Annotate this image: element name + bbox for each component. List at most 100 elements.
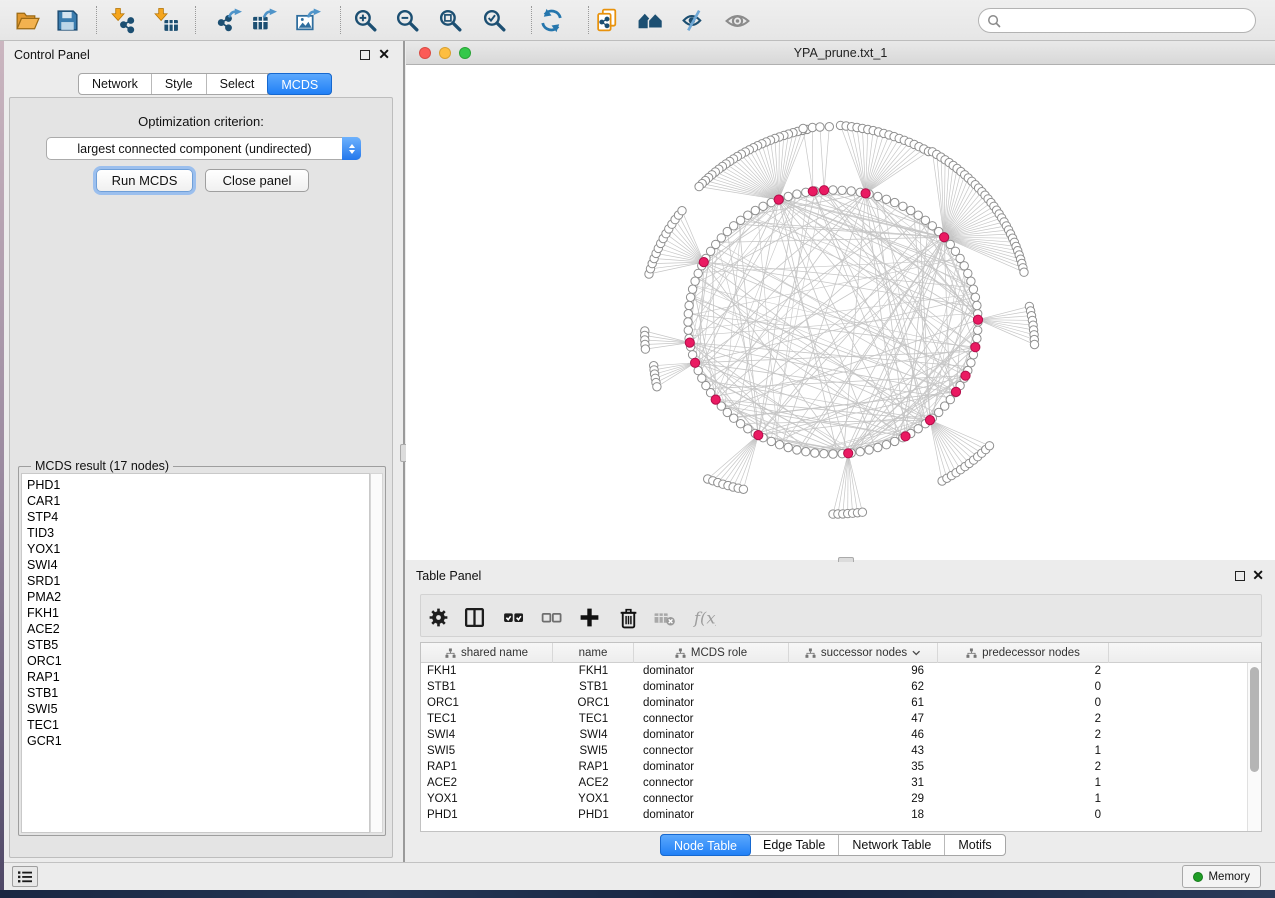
mcds-result-item[interactable]: TEC1 xyxy=(27,717,369,733)
table-row[interactable]: TEC1TEC1connector472 xyxy=(421,711,1247,727)
run-mcds-button[interactable]: Run MCDS xyxy=(96,169,193,192)
tab-motifs[interactable]: Motifs xyxy=(945,835,1004,855)
mcds-result-item[interactable]: PMA2 xyxy=(27,589,369,605)
table-row[interactable]: ACE2ACE2connector311 xyxy=(421,775,1247,791)
column-header-name[interactable]: name xyxy=(553,643,634,663)
column-label: successor nodes xyxy=(821,647,907,659)
table-row[interactable]: YOX1YOX1connector291 xyxy=(421,791,1247,807)
float-panel-icon[interactable] xyxy=(360,50,370,60)
zoom-selected-button[interactable] xyxy=(477,3,511,37)
mcds-result-item[interactable]: CAR1 xyxy=(27,493,369,509)
table-row[interactable]: STB1STB1dominator620 xyxy=(421,679,1247,695)
add-column-button[interactable] xyxy=(574,604,604,630)
table-cell: STB1 xyxy=(553,679,634,695)
table-row[interactable]: SWI5SWI5connector431 xyxy=(421,743,1247,759)
zoom-fit-button[interactable] xyxy=(433,3,467,37)
delete-table-button xyxy=(649,604,679,630)
table-row[interactable]: PHD1PHD1dominator180 xyxy=(421,807,1247,823)
table-cell: SWI4 xyxy=(421,727,553,743)
table-cell: RAP1 xyxy=(553,759,634,775)
memory-button[interactable]: Memory xyxy=(1182,865,1261,888)
tab-style[interactable]: Style xyxy=(152,74,207,94)
mcds-result-item[interactable]: STB5 xyxy=(27,637,369,653)
mcds-result-item[interactable]: FKH1 xyxy=(27,605,369,621)
mcds-result-item[interactable]: PHD1 xyxy=(27,477,369,493)
mcds-result-item[interactable]: SWI4 xyxy=(27,557,369,573)
dropdown-stepper-icon[interactable] xyxy=(342,137,361,160)
mcds-result-item[interactable]: RAP1 xyxy=(27,669,369,685)
optimization-criterion-dropdown[interactable]: largest connected component (undirected) xyxy=(46,137,361,160)
tab-mcds[interactable]: MCDS xyxy=(267,73,332,95)
tab-edge-table[interactable]: Edge Table xyxy=(750,835,839,855)
column-header-MCDS-role[interactable]: MCDS role xyxy=(634,643,789,663)
table-row[interactable]: FKH1FKH1dominator962 xyxy=(421,663,1247,679)
export-network-button[interactable] xyxy=(211,3,245,37)
tab-select[interactable]: Select xyxy=(207,74,269,94)
table-cell: connector xyxy=(634,743,789,759)
mcds-result-item[interactable]: GCR1 xyxy=(27,733,369,749)
table-row[interactable]: SWI4SWI4dominator462 xyxy=(421,727,1247,743)
column-selector-button[interactable] xyxy=(459,604,489,630)
tab-network-table[interactable]: Network Table xyxy=(839,835,945,855)
close-table-panel-icon[interactable]: ✕ xyxy=(1252,566,1264,584)
mcds-result-item[interactable]: STB1 xyxy=(27,685,369,701)
network-window-titlebar: YPA_prune.txt_1 xyxy=(406,41,1275,65)
close-panel-icon[interactable]: ✕ xyxy=(378,45,390,63)
export-network-icon xyxy=(215,7,242,34)
mcds-result-item[interactable]: YOX1 xyxy=(27,541,369,557)
save-session-button[interactable] xyxy=(50,3,84,37)
table-cell: 2 xyxy=(938,727,1109,743)
refresh-button[interactable] xyxy=(534,3,568,37)
table-row[interactable]: RAP1RAP1dominator352 xyxy=(421,759,1247,775)
export-table-button[interactable] xyxy=(246,3,280,37)
first-neighbors-button[interactable] xyxy=(633,3,667,37)
close-panel-button[interactable]: Close panel xyxy=(205,169,309,192)
column-header-successor-nodes[interactable]: successor nodes xyxy=(789,643,938,663)
import-network-button[interactable] xyxy=(106,3,140,37)
table-settings-button[interactable] xyxy=(423,604,453,630)
table-cell: ACE2 xyxy=(421,775,553,791)
table-scrollbar[interactable] xyxy=(1247,663,1261,831)
table-cell: dominator xyxy=(634,807,789,823)
control-panel-title: Control Panel xyxy=(14,48,90,62)
mcds-result-item[interactable]: SRD1 xyxy=(27,573,369,589)
network-canvas[interactable] xyxy=(406,65,1275,560)
column-header-shared-name[interactable]: shared name xyxy=(421,643,553,663)
mcds-result-item[interactable]: ORC1 xyxy=(27,653,369,669)
import-table-button[interactable] xyxy=(149,3,183,37)
tab-network[interactable]: Network xyxy=(79,74,152,94)
search-input[interactable] xyxy=(978,8,1256,33)
table-panel-titlebar: Table Panel ✕ xyxy=(406,562,1275,589)
zoom-in-button[interactable] xyxy=(348,3,382,37)
float-table-panel-icon[interactable] xyxy=(1235,571,1245,581)
export-image-button[interactable] xyxy=(290,3,324,37)
delete-column-button[interactable] xyxy=(613,604,643,630)
automation-panel-button[interactable] xyxy=(12,866,38,887)
table-cell: YOX1 xyxy=(553,791,634,807)
tree-icon xyxy=(675,648,686,659)
select-all-rows-button[interactable] xyxy=(498,604,528,630)
table-cell: SWI5 xyxy=(421,743,553,759)
open-session-button[interactable] xyxy=(10,3,44,37)
column-header-predecessor-nodes[interactable]: predecessor nodes xyxy=(938,643,1109,663)
mcds-result-item[interactable]: TID3 xyxy=(27,525,369,541)
unselect-all-rows-button[interactable] xyxy=(536,604,566,630)
table-cell: PHD1 xyxy=(553,807,634,823)
new-network-from-selection-button[interactable] xyxy=(590,3,624,37)
mcds-result-item[interactable]: SWI5 xyxy=(27,701,369,717)
mcds-result-scrollbar[interactable] xyxy=(370,473,383,833)
table-row[interactable]: ORC1ORC1dominator610 xyxy=(421,695,1247,711)
hide-selected-button[interactable] xyxy=(677,3,711,37)
memory-label: Memory xyxy=(1208,871,1250,883)
show-all-button[interactable] xyxy=(720,3,754,37)
tab-node-table[interactable]: Node Table xyxy=(660,834,751,856)
toolbar-separator xyxy=(531,6,532,34)
table-cell: dominator xyxy=(634,663,789,679)
save-session-icon xyxy=(54,7,81,34)
mcds-result-item[interactable]: ACE2 xyxy=(27,621,369,637)
table-scrollbar-thumb[interactable] xyxy=(1250,667,1259,772)
mcds-result-item[interactable]: STP4 xyxy=(27,509,369,525)
table-cell: 43 xyxy=(789,743,938,759)
control-panel-titlebar: Control Panel ✕ xyxy=(4,41,402,68)
zoom-out-button[interactable] xyxy=(390,3,424,37)
